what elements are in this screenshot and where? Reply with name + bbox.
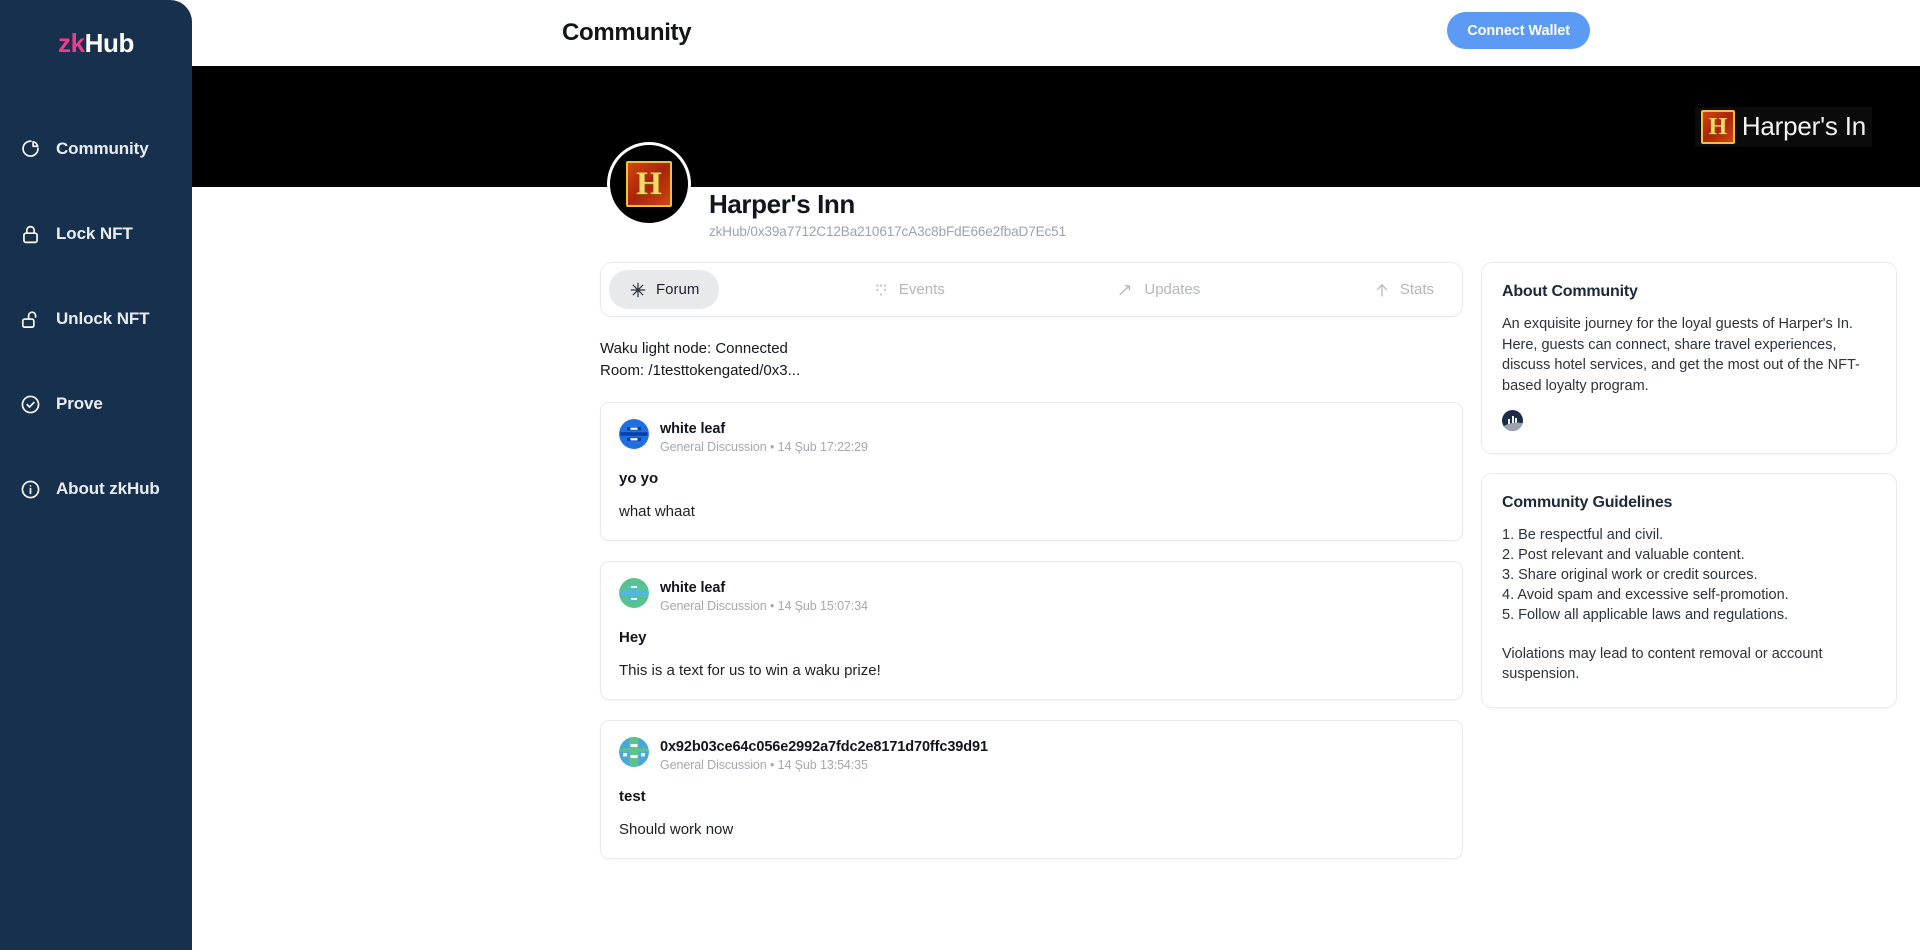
tab-forum[interactable]: Forum	[609, 270, 720, 309]
logo-hub: Hub	[84, 28, 135, 58]
logo-zk: zk	[57, 28, 85, 58]
tab-stats[interactable]: Stats	[1353, 270, 1454, 309]
harpers-h-icon: H	[626, 161, 672, 207]
community-badge-icon	[1502, 410, 1523, 432]
content-grid: Forum Events Updates Stats Waku light no…	[192, 252, 1920, 879]
app-root: zkHub Community Lock NFT Unlock NFT Prov…	[0, 0, 1920, 950]
about-community-title: About Community	[1502, 283, 1638, 300]
info-circle-icon	[20, 479, 41, 500]
community-guidelines-title: Community Guidelines	[1502, 494, 1673, 512]
sidebar-nav: Community Lock NFT Unlock NFT Prove Abou…	[0, 129, 192, 509]
message-meta: General Discussion • 14 Şub 17:22:29	[660, 440, 868, 454]
message-author: white leaf	[660, 421, 726, 437]
message-author: white leaf	[660, 580, 726, 596]
topbar: Community Connect Wallet	[192, 0, 1920, 66]
avatar: H	[607, 142, 691, 226]
message-list: white leaf General Discussion • 14 Şub 1…	[600, 402, 1463, 859]
message-meta: General Discussion • 14 Şub 13:54:35	[660, 758, 868, 772]
message-title: Hey	[619, 629, 647, 646]
message-body: Should work now	[619, 821, 734, 838]
harpers-h-letter: H	[636, 165, 662, 202]
lock-icon	[20, 224, 41, 245]
tab-label: Updates	[1144, 281, 1201, 298]
room-status: Room: /1testtokengated/0x3...	[600, 361, 801, 379]
message-card[interactable]: 0x92b03ce64c056e2992a7fdc2e8171d70ffc39d…	[600, 720, 1463, 859]
sparkle-icon	[629, 281, 647, 299]
message-header: white leaf General Discussion • 14 Şub 1…	[619, 578, 1444, 613]
message-meta-wrap: 0x92b03ce64c056e2992a7fdc2e8171d70ffc39d…	[660, 737, 988, 772]
tab-label: Forum	[656, 281, 700, 298]
sidebar-item-label: About zkHub	[56, 479, 160, 498]
community-guidelines-panel: Community Guidelines 1. Be respectful an…	[1481, 473, 1897, 708]
message-card[interactable]: white leaf General Discussion • 14 Şub 1…	[600, 561, 1463, 700]
list-item: 3. Share original work or credit sources…	[1502, 567, 1758, 584]
check-circle-icon	[20, 394, 41, 415]
tab-label: Events	[898, 281, 945, 298]
connection-status: Waku light node: Connected Room: /1testt…	[600, 339, 1463, 380]
message-meta: General Discussion • 14 Şub 15:07:34	[660, 599, 868, 613]
sidebar-item-label: Lock NFT	[56, 224, 133, 243]
badge-swoosh	[1502, 420, 1523, 432]
pie-chart-icon	[20, 139, 41, 160]
about-community-panel: About Community An exquisite journey for…	[1481, 262, 1897, 455]
sidebar-item-label: Unlock NFT	[56, 309, 150, 328]
banner-brandmark: H Harper's In	[1694, 106, 1872, 147]
tab-updates[interactable]: Updates	[1097, 270, 1220, 309]
list-item: 2. Post relevant and valuable content.	[1502, 547, 1745, 564]
message-title: yo yo	[619, 470, 659, 487]
right-column: About Community An exquisite journey for…	[1481, 262, 1897, 879]
dots-grid-icon	[872, 281, 890, 299]
sidebar-item-lock-nft[interactable]: Lock NFT	[0, 214, 192, 254]
tab-events[interactable]: Events	[852, 270, 965, 309]
harpers-h-icon: H	[1700, 109, 1735, 144]
sidebar: zkHub Community Lock NFT Unlock NFT Prov…	[0, 0, 192, 950]
list-item: 4. Avoid spam and excessive self-promoti…	[1502, 586, 1789, 603]
left-column: Forum Events Updates Stats Waku light no…	[600, 262, 1463, 879]
guideline-list: 1. Be respectful and civil. 2. Post rele…	[1502, 526, 1876, 625]
banner-brand-name: Harper's In	[1741, 111, 1866, 141]
message-body: what whaat	[619, 503, 695, 520]
message-meta-wrap: white leaf General Discussion • 14 Şub 1…	[660, 419, 868, 454]
community-address: zkHub/0x39a7712C12Ba210617cA3c8bFdE66e2f…	[709, 224, 1066, 239]
harpers-h-letter: H	[1708, 113, 1728, 140]
sidebar-item-label: Prove	[56, 394, 103, 413]
trending-up-icon	[1117, 281, 1135, 299]
list-item: 1. Be respectful and civil.	[1502, 527, 1664, 544]
sidebar-item-unlock-nft[interactable]: Unlock NFT	[0, 299, 192, 339]
profile-text: Harper's Inn zkHub/0x39a7712C12Ba210617c…	[709, 142, 1066, 239]
sidebar-item-community[interactable]: Community	[0, 129, 192, 169]
tab-bar: Forum Events Updates Stats	[600, 262, 1463, 317]
avatar	[619, 578, 649, 608]
avatar	[619, 419, 649, 449]
unlock-icon	[20, 309, 41, 330]
message-meta-wrap: white leaf General Discussion • 14 Şub 1…	[660, 578, 868, 613]
about-community-body: An exquisite journey for the loyal guest…	[1502, 316, 1860, 394]
message-author: 0x92b03ce64c056e2992a7fdc2e8171d70ffc39d…	[660, 739, 988, 755]
tab-label: Stats	[1399, 281, 1434, 298]
arrow-up-icon	[1373, 281, 1391, 299]
message-title: test	[619, 788, 646, 805]
message-header: 0x92b03ce64c056e2992a7fdc2e8171d70ffc39d…	[619, 737, 1444, 772]
message-body: This is a text for us to win a waku priz…	[619, 662, 881, 679]
app-logo[interactable]: zkHub	[0, 0, 192, 59]
community-name: Harper's Inn	[709, 189, 855, 219]
page-title: Community	[562, 19, 692, 46]
waku-node-status: Waku light node: Connected	[600, 340, 788, 357]
avatar	[619, 737, 649, 767]
list-item: 5. Follow all applicable laws and regula…	[1502, 606, 1789, 623]
sidebar-item-about-zkhub[interactable]: About zkHub	[0, 469, 192, 509]
message-header: white leaf General Discussion • 14 Şub 1…	[619, 419, 1444, 454]
message-card[interactable]: white leaf General Discussion • 14 Şub 1…	[600, 402, 1463, 541]
community-profile-header: H Harper's Inn zkHub/0x39a7712C12Ba21061…	[192, 142, 1920, 252]
sidebar-item-prove[interactable]: Prove	[0, 384, 192, 424]
sidebar-item-label: Community	[56, 139, 149, 158]
connect-wallet-button[interactable]: Connect Wallet	[1447, 12, 1590, 49]
guidelines-note: Violations may lead to content removal o…	[1502, 645, 1823, 683]
main-area: Community Connect Wallet H Harper's In H…	[192, 0, 1920, 950]
